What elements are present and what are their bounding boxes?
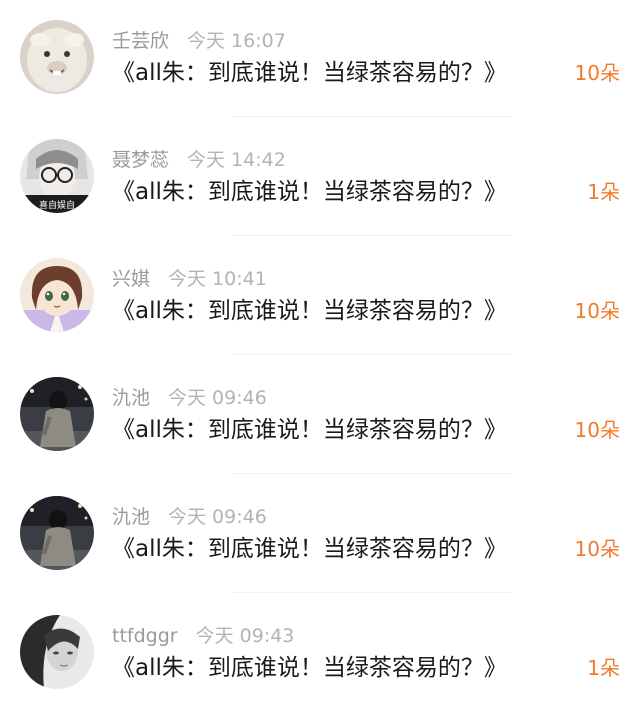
- divider: [232, 592, 512, 593]
- send-time: 今天 09:46: [168, 387, 267, 409]
- send-time: 今天 10:41: [168, 268, 267, 290]
- sender-name[interactable]: 氿池: [112, 506, 150, 528]
- list-item[interactable]: 兴娸 今天 10:41 《all朱：到底谁说！当绿茶容易的？》 10朵: [0, 238, 640, 357]
- list-item[interactable]: 氿池 今天 09:46 《all朱：到底谁说！当绿茶容易的？》 10朵: [0, 357, 640, 476]
- send-time: 今天 14:42: [187, 149, 286, 171]
- anime-girl-avatar[interactable]: [20, 258, 94, 332]
- night-street-girl-avatar[interactable]: [20, 496, 94, 570]
- divider: [232, 235, 512, 236]
- divider: [232, 473, 512, 474]
- sender-name[interactable]: ttfdggr: [112, 625, 178, 647]
- sender-meta: ttfdggr 今天 09:43: [112, 623, 294, 649]
- sender-name[interactable]: 兴娸: [112, 268, 150, 290]
- flower-count: 10朵: [574, 61, 620, 85]
- work-title[interactable]: 《all朱：到底谁说！当绿茶容易的？》: [112, 650, 552, 686]
- gift-record-list: 壬芸欣 今天 16:07 《all朱：到底谁说！当绿茶容易的？》 10朵 喜自娱自…: [0, 0, 640, 714]
- sender-meta: 氿池 今天 09:46: [112, 504, 267, 530]
- list-item[interactable]: 氿池 今天 09:46 《all朱：到底谁说！当绿茶容易的？》 10朵: [0, 476, 640, 595]
- night-street-girl-avatar[interactable]: [20, 377, 94, 451]
- flower-count: 1朵: [587, 656, 620, 680]
- list-item[interactable]: 壬芸欣 今天 16:07 《all朱：到底谁说！当绿茶容易的？》 10朵: [0, 0, 640, 119]
- work-title[interactable]: 《all朱：到底谁说！当绿茶容易的？》: [112, 55, 552, 91]
- flower-count: 10朵: [574, 299, 620, 323]
- divider: [232, 116, 512, 117]
- alpaca-avatar[interactable]: [20, 20, 94, 94]
- sender-meta: 兴娸 今天 10:41: [112, 266, 267, 292]
- sender-meta: 氿池 今天 09:46: [112, 385, 267, 411]
- divider: [232, 354, 512, 355]
- flower-count: 10朵: [574, 537, 620, 561]
- send-time: 今天 16:07: [187, 30, 286, 52]
- work-title[interactable]: 《all朱：到底谁说！当绿茶容易的？》: [112, 293, 552, 329]
- sender-name[interactable]: 壬芸欣: [112, 30, 169, 52]
- work-title[interactable]: 《all朱：到底谁说！当绿茶容易的？》: [112, 412, 552, 448]
- sender-name[interactable]: 聂梦蕊: [112, 149, 169, 171]
- sender-meta: 聂梦蕊 今天 14:42: [112, 147, 286, 173]
- sender-meta: 壬芸欣 今天 16:07: [112, 28, 286, 54]
- work-title[interactable]: 《all朱：到底谁说！当绿茶容易的？》: [112, 174, 552, 210]
- sender-name[interactable]: 氿池: [112, 387, 150, 409]
- monochrome-girl-avatar[interactable]: [20, 615, 94, 689]
- flower-count: 1朵: [587, 180, 620, 204]
- list-item[interactable]: 喜自娱自 聂梦蕊 今天 14:42 《all朱：到底谁说！当绿茶容易的？》 1朵: [0, 119, 640, 238]
- flower-count: 10朵: [574, 418, 620, 442]
- glasses-girl-avatar[interactable]: 喜自娱自: [20, 139, 94, 213]
- send-time: 今天 09:46: [168, 506, 267, 528]
- work-title[interactable]: 《all朱：到底谁说！当绿茶容易的？》: [112, 531, 552, 567]
- send-time: 今天 09:43: [195, 625, 295, 647]
- list-item[interactable]: ttfdggr 今天 09:43 《all朱：到底谁说！当绿茶容易的？》 1朵: [0, 595, 640, 714]
- svg-text:喜自娱自: 喜自娱自: [39, 199, 75, 211]
